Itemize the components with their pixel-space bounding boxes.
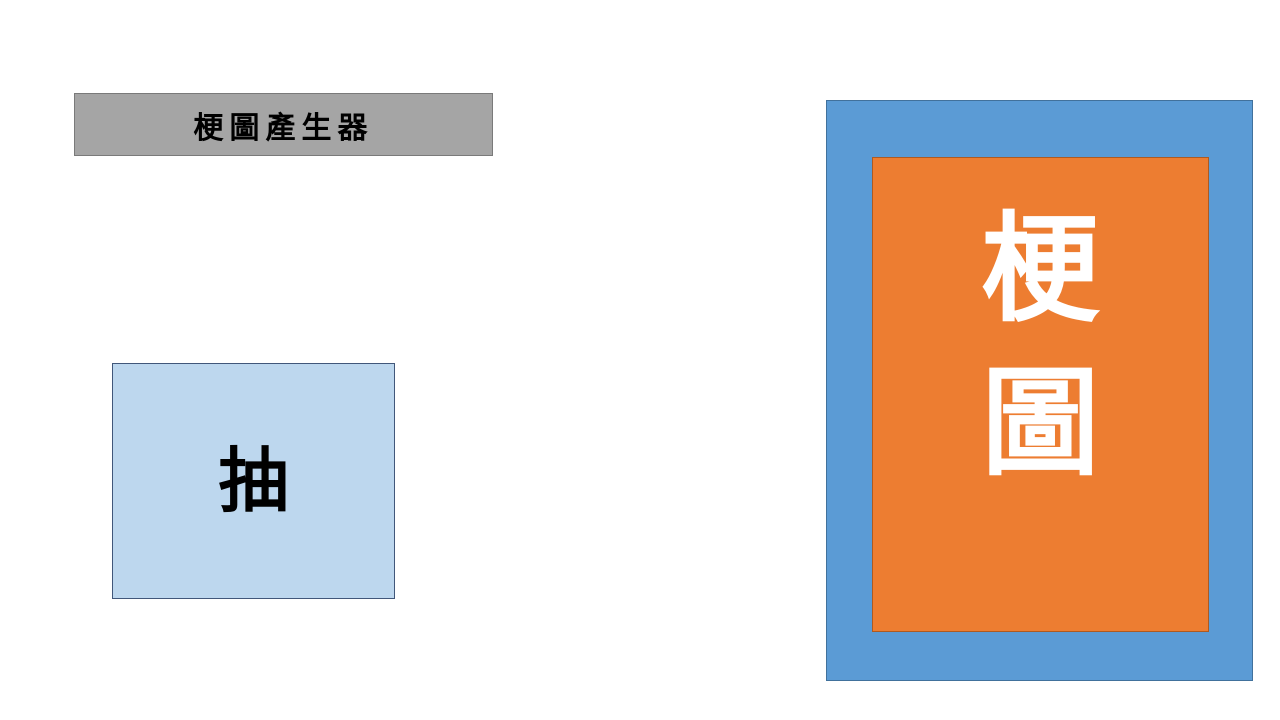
meme-card: 梗 圖 [872, 157, 1209, 632]
title-banner: 梗圖產生器 [74, 93, 493, 156]
draw-button[interactable]: 抽 [112, 363, 395, 599]
draw-button-label: 抽 [218, 439, 289, 522]
meme-card-frame: 梗 圖 [826, 100, 1253, 681]
meme-card-line-2: 圖 [981, 353, 1100, 492]
meme-card-text: 梗 圖 [873, 192, 1208, 500]
meme-card-line-1: 梗 [981, 199, 1100, 338]
page-title: 梗圖產生器 [193, 110, 374, 146]
